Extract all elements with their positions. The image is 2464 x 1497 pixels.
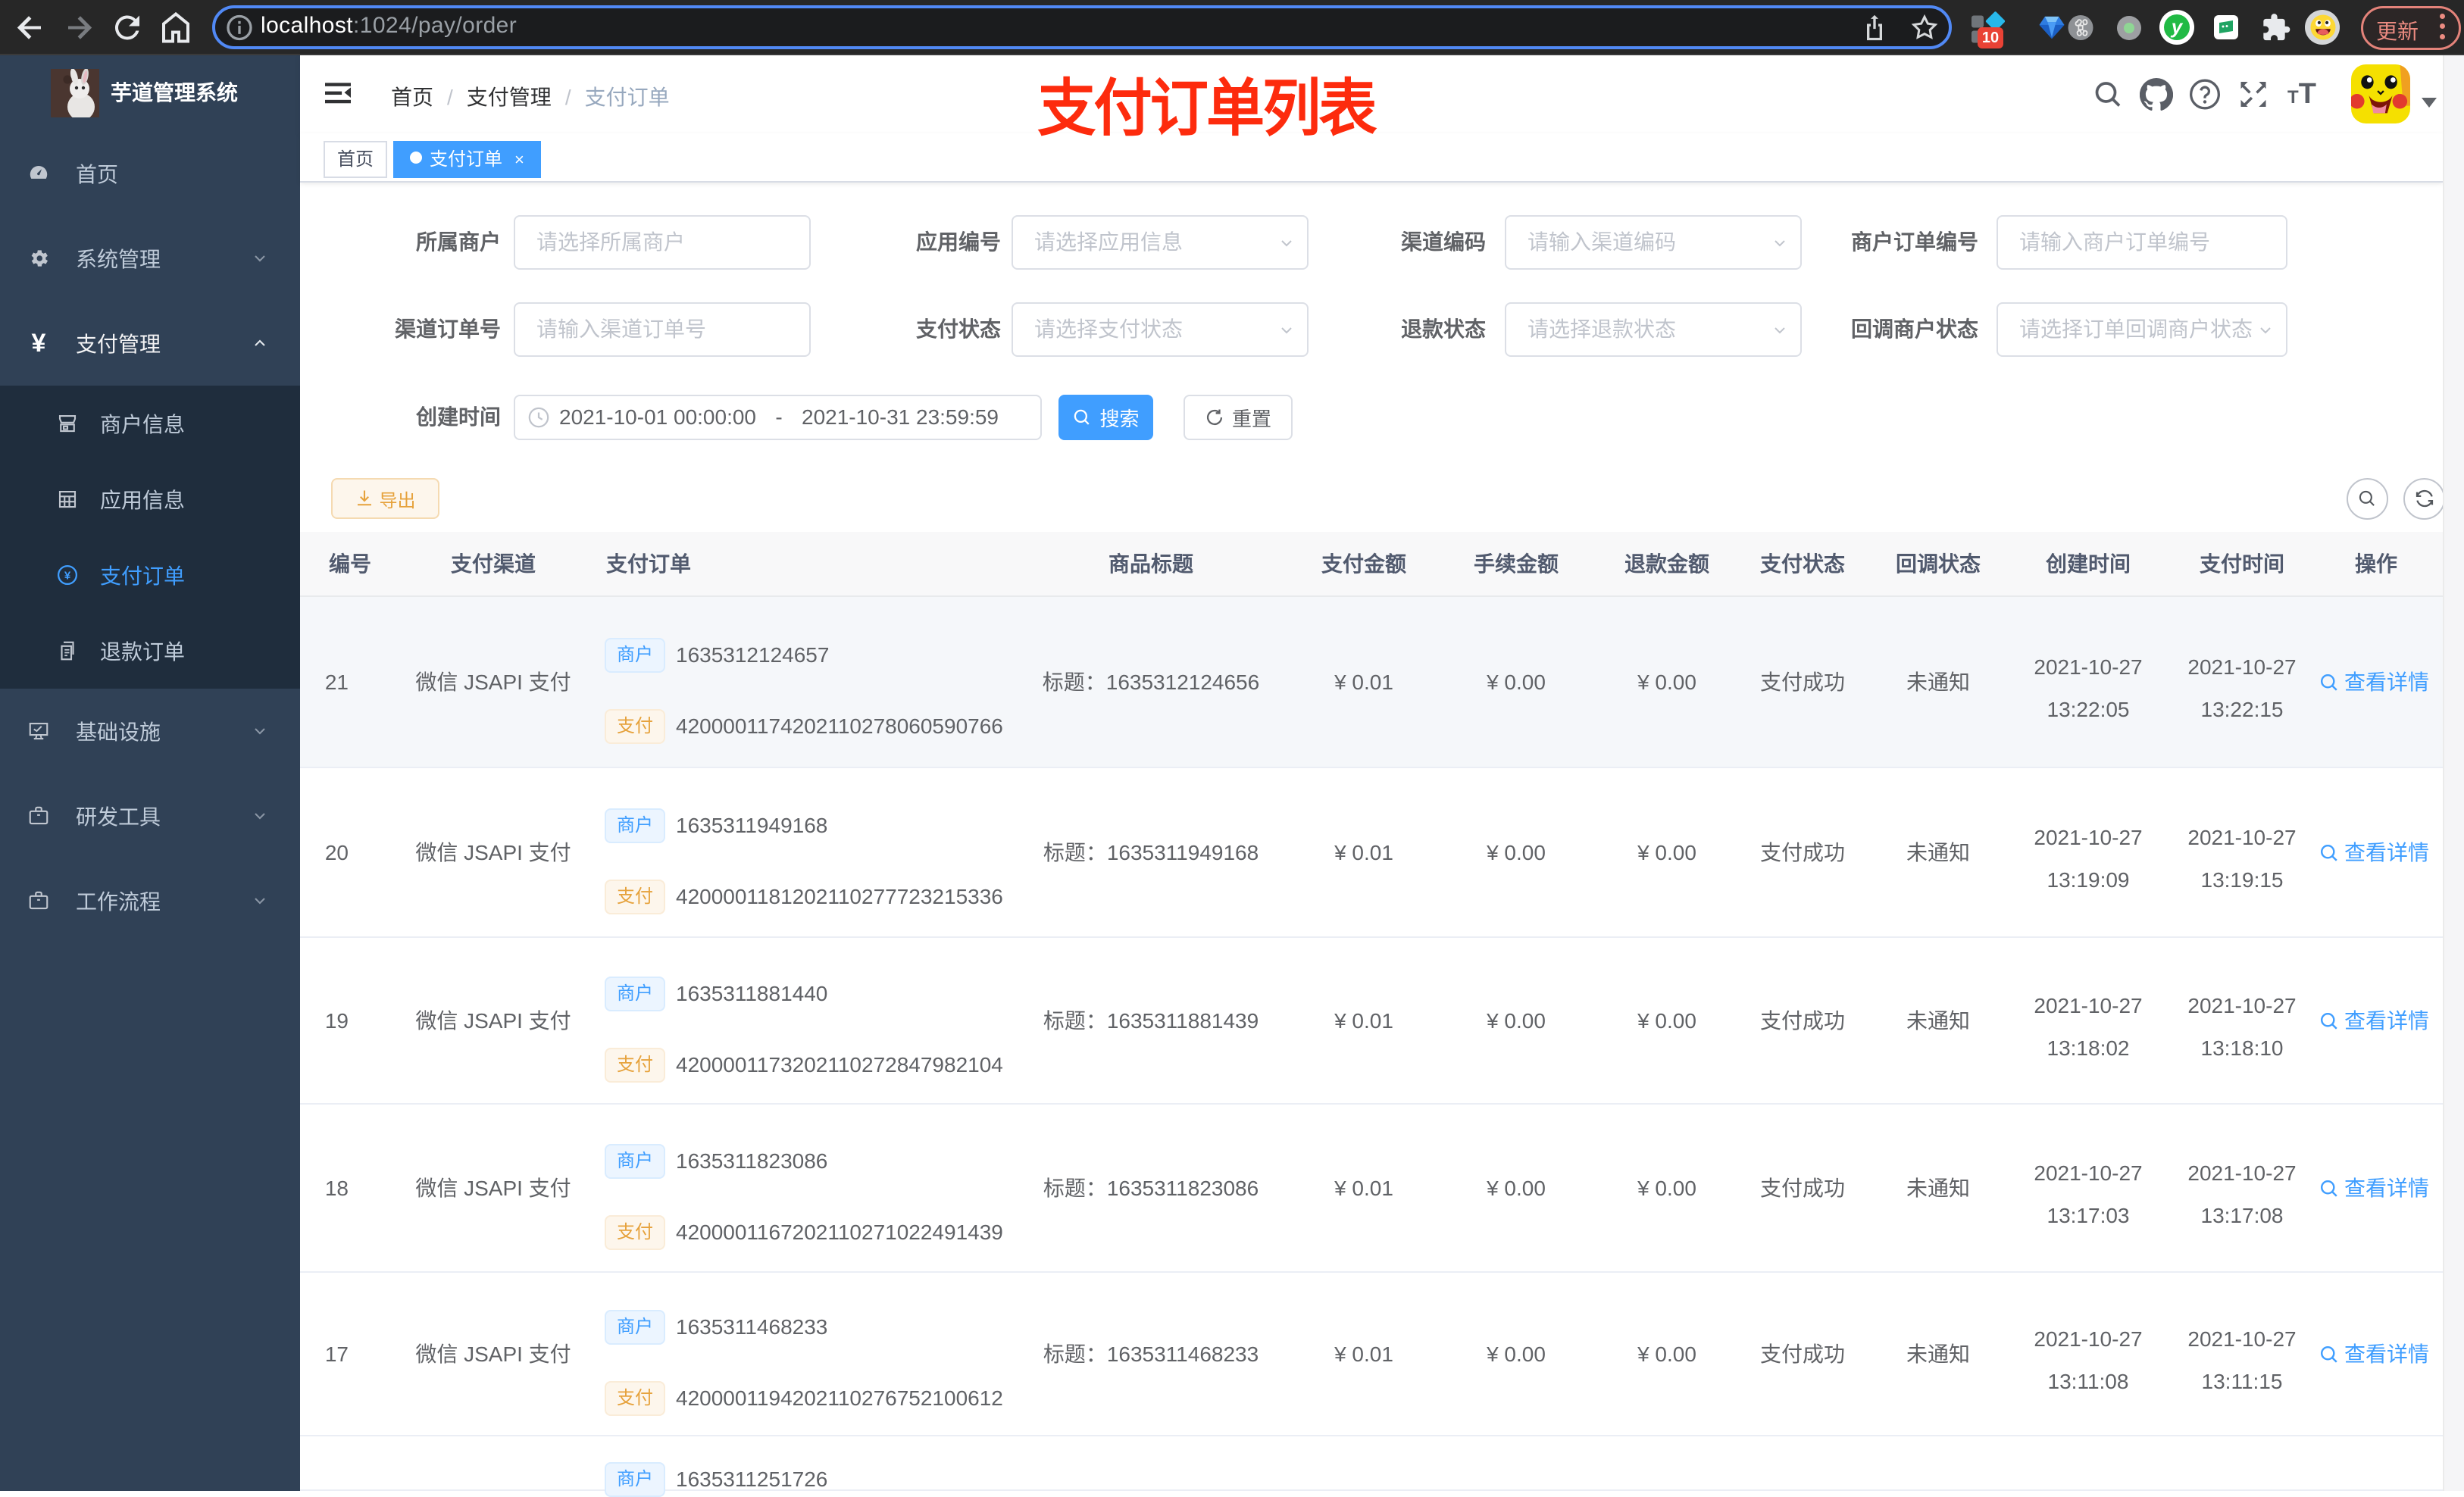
svg-text:¥: ¥	[64, 569, 71, 582]
